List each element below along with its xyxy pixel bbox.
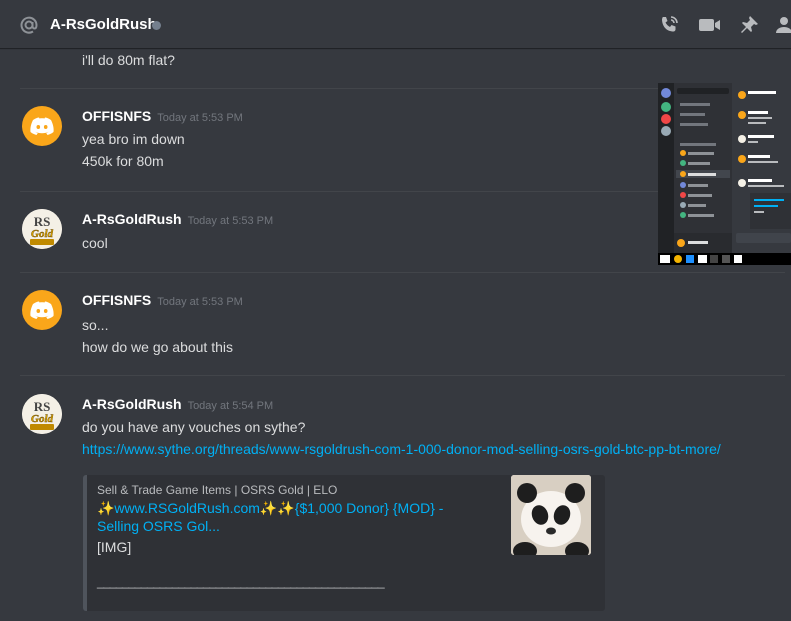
message-text: cool (82, 235, 108, 251)
svg-text:RS: RS (34, 399, 51, 414)
message-text: do you have any vouches on sythe? (82, 419, 306, 435)
embed-thumbnail[interactable] (511, 475, 591, 555)
members-icon[interactable] (776, 14, 791, 36)
message-timestamp: Today at 5:53 PM (187, 215, 274, 227)
svg-text:Gold: Gold (31, 228, 54, 240)
embed-description: [IMG] (97, 539, 132, 555)
message-text: how do we go about this (82, 339, 233, 355)
message-author[interactable]: A-RsGoldRush Today at 5:53 PM (82, 211, 273, 227)
message-link[interactable]: https://www.sythe.org/threads/www-rsgold… (82, 441, 721, 457)
message-author[interactable]: OFFISNFS Today at 5:53 PM (82, 292, 243, 308)
author-name[interactable]: A-RsGoldRush (82, 211, 182, 227)
channel-header: A-RsGoldRush (0, 0, 791, 48)
status-dot (152, 21, 161, 30)
discord-screenshot-icon (658, 83, 791, 265)
message-author[interactable]: A-RsGoldRush Today at 5:54 PM (82, 396, 273, 412)
screenshot-attachment[interactable] (658, 83, 791, 265)
discord-logo-icon (30, 301, 54, 319)
message-timestamp: Today at 5:53 PM (157, 112, 243, 124)
at-icon (19, 15, 39, 35)
call-icon[interactable] (658, 14, 680, 36)
message-timestamp: Today at 5:54 PM (187, 400, 274, 412)
rsgoldrush-logo-icon: RSGold (22, 394, 62, 434)
pin-icon[interactable] (738, 14, 760, 36)
discord-logo-icon (30, 117, 54, 135)
author-name[interactable]: OFFISNFS (82, 108, 151, 124)
embed-title[interactable]: ✨www.RSGoldRush.com✨✨{$1,000 Donor} {MOD… (97, 499, 477, 535)
avatar[interactable] (22, 290, 62, 330)
channel-title: A-RsGoldRush (50, 16, 157, 33)
link-embed: Sell & Trade Game Items | OSRS Gold | EL… (83, 475, 605, 611)
message-text: yea bro im down (82, 131, 185, 147)
svg-text:Gold: Gold (31, 413, 54, 425)
svg-text:RS: RS (34, 214, 51, 229)
message-divider (20, 272, 785, 273)
author-name[interactable]: A-RsGoldRush (82, 396, 182, 412)
message-text: 450k for 80m (82, 153, 164, 169)
message-divider (20, 375, 785, 376)
avatar[interactable]: RS Gold (22, 209, 62, 249)
avatar[interactable]: RS Gold (22, 394, 62, 434)
message-timestamp: Today at 5:53 PM (157, 296, 243, 308)
message-text: i'll do 80m flat? (82, 52, 175, 68)
author-name[interactable]: OFFISNFS (82, 292, 151, 308)
avatar[interactable] (22, 106, 62, 146)
message-author[interactable]: OFFISNFS Today at 5:53 PM (82, 108, 243, 124)
message-text: so... (82, 317, 109, 333)
embed-rule: ________________________________________… (97, 574, 385, 589)
embed-provider[interactable]: Sell & Trade Game Items | OSRS Gold | EL… (97, 483, 337, 497)
video-icon[interactable] (698, 14, 720, 36)
panda-thumbnail-icon (511, 475, 591, 555)
rsgoldrush-logo-icon: RSGold (22, 209, 62, 249)
